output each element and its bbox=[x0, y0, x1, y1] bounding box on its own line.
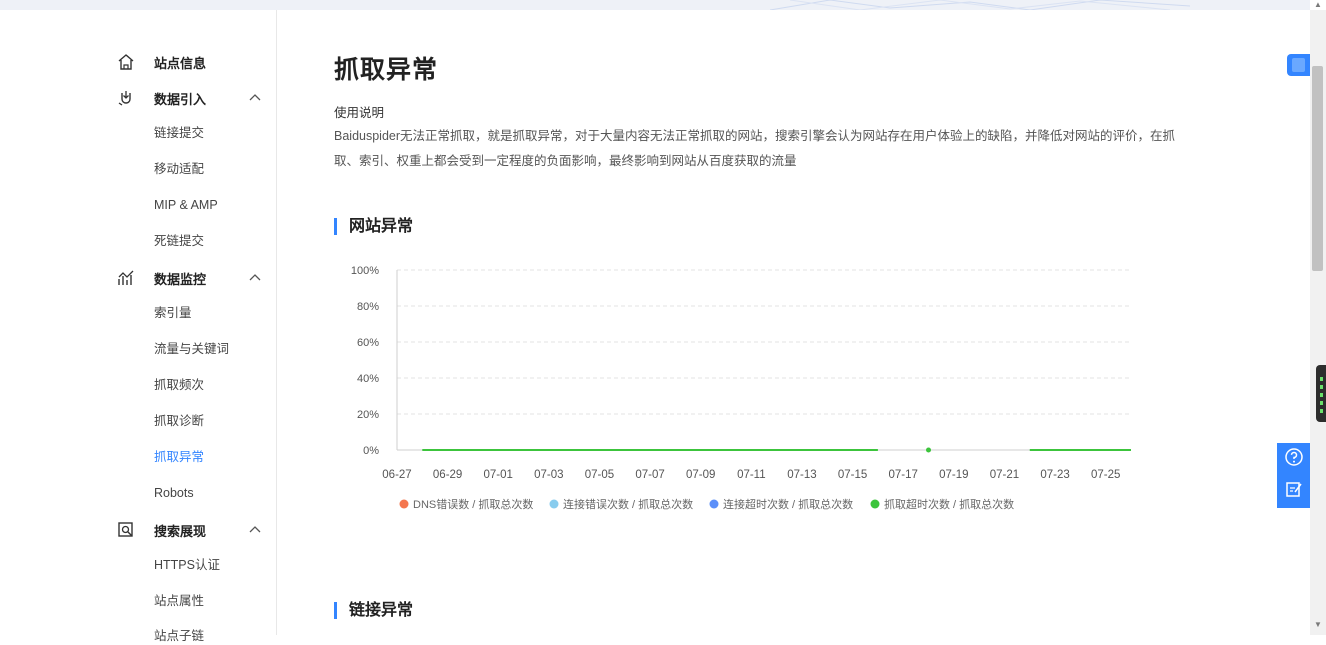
nav-site-info[interactable]: 站点信息 bbox=[116, 51, 262, 73]
nav-data-import-label: 数据引入 bbox=[154, 91, 207, 107]
main-content: 抓取异常 使用说明 Baiduspider无法正常抓取，就是抓取异常，对于大量内… bbox=[277, 10, 1310, 635]
usage-title: 使用说明 bbox=[334, 106, 385, 120]
x-tick-label: 07-17 bbox=[888, 469, 917, 481]
y-tick-label: 40% bbox=[357, 373, 379, 385]
legend-label: DNS错误数 / 抓取总次数 bbox=[413, 497, 533, 511]
section-link-errors-title: 链接异常 bbox=[334, 602, 413, 619]
floating-tab-button[interactable] bbox=[1287, 54, 1310, 76]
scroll-up-arrow-icon[interactable]: ▲ bbox=[1313, 0, 1323, 10]
chevron-up-icon[interactable] bbox=[248, 271, 262, 285]
x-tick-label: 07-25 bbox=[1091, 469, 1120, 481]
search-display-icon bbox=[116, 520, 136, 540]
question-icon bbox=[1284, 447, 1304, 472]
x-tick-label: 07-23 bbox=[1040, 469, 1069, 481]
x-tick-label: 07-01 bbox=[484, 469, 513, 481]
home-icon bbox=[116, 52, 136, 72]
edit-note-icon bbox=[1284, 479, 1304, 504]
chevron-up-icon[interactable] bbox=[248, 523, 262, 537]
feedback-button[interactable] bbox=[1277, 475, 1310, 507]
legend-marker bbox=[709, 499, 719, 509]
legend-label: 连接错误次数 / 抓取总次数 bbox=[563, 497, 693, 511]
nav-mobile-adapt[interactable]: 移动适配 bbox=[154, 160, 204, 178]
nav-crawl-frequency[interactable]: 抓取频次 bbox=[154, 376, 204, 394]
nav-traffic-keywords[interactable]: 流量与关键词 bbox=[154, 340, 229, 358]
legend-label: 抓取超时次数 / 抓取总次数 bbox=[884, 497, 1014, 511]
x-tick-label: 07-09 bbox=[686, 469, 715, 481]
x-tick-label: 07-21 bbox=[990, 469, 1019, 481]
x-tick-label: 07-19 bbox=[939, 469, 968, 481]
banner-decoration bbox=[770, 0, 1190, 10]
nav-dead-link-submit[interactable]: 死链提交 bbox=[154, 232, 204, 250]
nav-search-display-label: 搜索展现 bbox=[154, 523, 207, 539]
legend-marker bbox=[399, 499, 409, 509]
x-tick-label: 06-27 bbox=[382, 469, 411, 481]
data-import-icon bbox=[116, 88, 136, 108]
x-tick-label: 07-07 bbox=[635, 469, 664, 481]
x-tick-label: 07-15 bbox=[838, 469, 867, 481]
top-banner-strip bbox=[0, 0, 1310, 10]
x-tick-label: 06-29 bbox=[433, 469, 462, 481]
side-widget[interactable] bbox=[1316, 365, 1326, 422]
x-tick-label: 07-11 bbox=[737, 469, 766, 481]
x-tick-label: 07-03 bbox=[534, 469, 563, 481]
nav-data-monitor-label: 数据监控 bbox=[154, 271, 207, 287]
y-tick-label: 0% bbox=[363, 445, 379, 457]
scroll-down-arrow-icon[interactable]: ▼ bbox=[1313, 620, 1323, 630]
chevron-up-icon[interactable] bbox=[248, 91, 262, 105]
nav-crawl-errors[interactable]: 抓取异常 bbox=[154, 448, 204, 466]
y-tick-label: 100% bbox=[351, 265, 379, 277]
y-tick-label: 80% bbox=[357, 301, 379, 313]
nav-mip-amp[interactable]: MIP & AMP bbox=[154, 196, 218, 214]
nav-site-info-label: 站点信息 bbox=[154, 55, 207, 71]
scrollbar-thumb[interactable] bbox=[1312, 66, 1323, 271]
nav-data-monitor[interactable]: 数据监控 bbox=[116, 267, 262, 289]
nav-https-auth[interactable]: HTTPS认证 bbox=[154, 556, 220, 574]
help-button[interactable] bbox=[1277, 443, 1310, 475]
x-tick-label: 07-13 bbox=[787, 469, 816, 481]
usage-description: Baiduspider无法正常抓取，就是抓取异常，对于大量内容无法正常抓取的网站… bbox=[334, 129, 1176, 168]
nav-crawl-diagnosis[interactable]: 抓取诊断 bbox=[154, 412, 204, 430]
site-errors-chart: 0% 20% 40% 60% 80% 100% 06-27 06-29 07-01 07-03 07… bbox=[351, 265, 1131, 511]
nav-link-submit[interactable]: 链接提交 bbox=[154, 124, 204, 142]
nav-robots[interactable]: Robots bbox=[154, 484, 194, 502]
helper-panel bbox=[1277, 443, 1310, 508]
y-tick-label: 20% bbox=[357, 409, 379, 421]
section-site-errors-title: 网站异常 bbox=[334, 218, 413, 235]
series-point bbox=[926, 447, 932, 453]
legend-marker bbox=[870, 499, 880, 509]
nav-index-count[interactable]: 索引量 bbox=[154, 304, 192, 322]
y-tick-label: 60% bbox=[357, 337, 379, 349]
legend-marker bbox=[549, 499, 559, 509]
legend-label: 连接超时次数 / 抓取总次数 bbox=[723, 497, 853, 511]
nav-site-sublinks[interactable]: 站点子链 bbox=[154, 627, 204, 645]
x-tick-label: 07-05 bbox=[585, 469, 614, 481]
nav-search-display[interactable]: 搜索展现 bbox=[116, 519, 262, 541]
nav-data-import[interactable]: 数据引入 bbox=[116, 87, 262, 109]
page-title: 抓取异常 bbox=[334, 56, 439, 84]
nav-site-attributes[interactable]: 站点属性 bbox=[154, 592, 204, 610]
chart-monitor-icon bbox=[116, 268, 136, 288]
